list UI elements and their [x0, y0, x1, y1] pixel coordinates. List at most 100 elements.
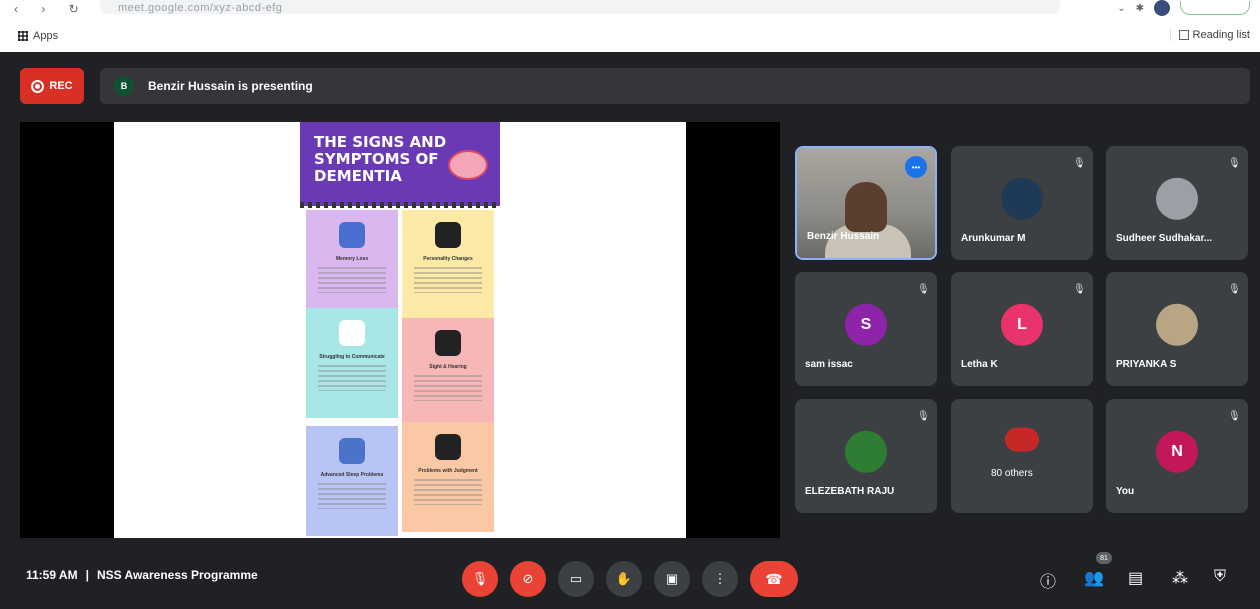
reading-list[interactable]: Reading list	[1169, 29, 1250, 41]
present-button[interactable]: ▣	[654, 561, 690, 597]
speaking-indicator-icon: •••	[905, 156, 927, 178]
symptom-title: Sight & Hearing	[429, 364, 467, 370]
infographic: THE SIGNS AND SYMPTOMS OF DEMENTIA Memor…	[300, 122, 500, 538]
participant-avatar: L	[1001, 303, 1043, 346]
participant-name: You	[1116, 486, 1135, 497]
control-bar: 11:59 AM | NSS Awareness Programme 🎙 ⊘ ▭…	[0, 550, 1260, 609]
participant-name: Sudheer Sudhakar...	[1116, 233, 1213, 244]
participant-tile[interactable]: L 🎙 Letha K	[951, 272, 1093, 386]
meeting-info: 11:59 AM | NSS Awareness Programme	[26, 568, 258, 582]
participants-count-badge: 81	[1096, 552, 1112, 564]
update-button[interactable]	[1180, 1, 1250, 15]
participant-avatar: S	[845, 303, 887, 346]
presenting-text: Benzir Hussain is presenting	[148, 79, 313, 93]
symptom-card: Personality Changes	[402, 210, 494, 320]
participant-name: Benzir Hussain	[807, 231, 880, 242]
participant-name: Arunkumar M	[961, 233, 1026, 244]
participant-tile[interactable]: 🎙 PRIYANKA S	[1106, 272, 1248, 386]
more-options-button[interactable]: ⋮	[702, 561, 738, 597]
tab-search-icon[interactable]: ⌄	[1117, 3, 1125, 14]
brain-icon	[448, 150, 488, 180]
people-icon[interactable]: 👥	[1084, 568, 1104, 588]
symptom-icon	[435, 330, 461, 356]
reading-list-label: Reading list	[1192, 29, 1250, 41]
participant-photo	[1001, 177, 1043, 220]
mic-off-icon: 🎙	[1228, 411, 1241, 422]
meeting-time: 11:59 AM	[26, 568, 78, 582]
participant-tile[interactable]: 80 others	[951, 399, 1093, 513]
apps-label: Apps	[33, 30, 59, 42]
host-controls-icon[interactable]: ⛨	[1214, 568, 1226, 586]
meeting-details-icon[interactable]: ⓘ	[1040, 568, 1056, 592]
infographic-header: THE SIGNS AND SYMPTOMS OF DEMENTIA	[300, 122, 500, 208]
camera-off-icon: ⊘	[522, 571, 534, 586]
captions-button[interactable]: ▭	[558, 561, 594, 597]
symptom-description	[318, 483, 386, 509]
symptom-description	[414, 267, 482, 293]
browser-chrome: ‹ › ↻ meet.google.com/xyz-abcd-efg ⌄ ✱ A…	[0, 0, 1260, 52]
mic-off-icon: 🎙	[1228, 158, 1241, 169]
symptom-icon	[435, 434, 461, 460]
participant-name: sam issac	[805, 359, 853, 370]
participant-name: 80 others	[991, 468, 1033, 479]
apps-grid-icon	[18, 31, 28, 41]
presentation-stage[interactable]: THE SIGNS AND SYMPTOMS OF DEMENTIA Memor…	[20, 122, 780, 538]
symptom-description	[414, 375, 482, 401]
puzzle-icon[interactable]: ✱	[1136, 3, 1144, 14]
presenter-avatar: B	[114, 76, 134, 96]
reading-list-icon	[1178, 30, 1189, 40]
participant-tile[interactable]: ••• Benzir Hussain	[795, 146, 937, 260]
symptom-card: Struggling to Communicate	[306, 308, 398, 418]
divider	[300, 202, 500, 208]
participant-tile[interactable]: S 🎙 sam issac	[795, 272, 937, 386]
participant-avatar: N	[1156, 430, 1198, 473]
mic-off-icon: 🎙	[1073, 284, 1086, 295]
symptom-description	[318, 365, 386, 391]
symptom-title: Memory Loss	[335, 256, 369, 262]
mic-off-icon: 🎙	[471, 571, 489, 586]
bookmarks-bar: Apps Reading list	[0, 24, 1260, 48]
mic-off-icon: 🎙	[1073, 158, 1086, 169]
symptom-description	[318, 267, 386, 293]
browser-top-icons: ⌄ ✱	[1117, 0, 1250, 16]
recording-indicator[interactable]: REC	[20, 68, 84, 104]
mic-off-button[interactable]: 🎙	[462, 561, 498, 597]
camera-off-button[interactable]: ⊘	[510, 561, 546, 597]
symptom-card: Memory Loss	[306, 210, 398, 320]
present-icon: ▣	[665, 571, 679, 586]
record-icon	[31, 79, 45, 93]
hang-up-icon: ☎	[765, 570, 783, 587]
participant-photo	[845, 430, 887, 473]
participant-tile[interactable]: 🎙 Arunkumar M	[951, 146, 1093, 260]
infographic-title: THE SIGNS AND SYMPTOMS OF DEMENTIA	[314, 133, 447, 185]
symptom-description	[414, 479, 482, 505]
symptom-icon	[339, 438, 365, 464]
meeting-name: NSS Awareness Programme	[96, 568, 258, 582]
url-text[interactable]: meet.google.com/xyz-abcd-efg	[118, 2, 282, 14]
mic-off-icon: 🎙	[917, 284, 930, 295]
mic-off-icon: 🎙	[917, 411, 930, 422]
slide: THE SIGNS AND SYMPTOMS OF DEMENTIA Memor…	[114, 122, 686, 538]
apps-shortcut[interactable]: Apps	[18, 30, 58, 42]
leave-call-button[interactable]: ☎	[750, 561, 798, 597]
participant-name: PRIYANKA S	[1116, 359, 1177, 370]
nav-buttons[interactable]: ‹ › ↻	[14, 2, 89, 16]
activities-icon[interactable]: ⁂	[1172, 568, 1188, 588]
symptom-icon	[339, 320, 365, 346]
symptom-title: Problems with Judgment	[418, 468, 478, 474]
participant-tile[interactable]: 🎙 Sudheer Sudhakar...	[1106, 146, 1248, 260]
separator: |	[85, 568, 89, 582]
raise-hand-button[interactable]: ✋	[606, 561, 642, 597]
participant-photo	[1156, 303, 1198, 346]
mic-off-icon: 🎙	[1228, 284, 1241, 295]
profile-avatar[interactable]	[1154, 0, 1170, 16]
rec-label: REC	[49, 80, 73, 92]
chat-icon[interactable]: ▤	[1128, 568, 1143, 588]
symptom-title: Advanced Sleep Problems	[320, 472, 384, 478]
presenting-banner: B Benzir Hussain is presenting	[100, 68, 1250, 104]
participant-tile[interactable]: N 🎙 You	[1106, 399, 1248, 513]
more-vert-icon: ⋮	[713, 571, 727, 586]
participant-name: Letha K	[961, 359, 998, 370]
participant-tile[interactable]: 🎙 ELEZEBATH RAJU	[795, 399, 937, 513]
hand-icon: ✋	[615, 571, 633, 586]
